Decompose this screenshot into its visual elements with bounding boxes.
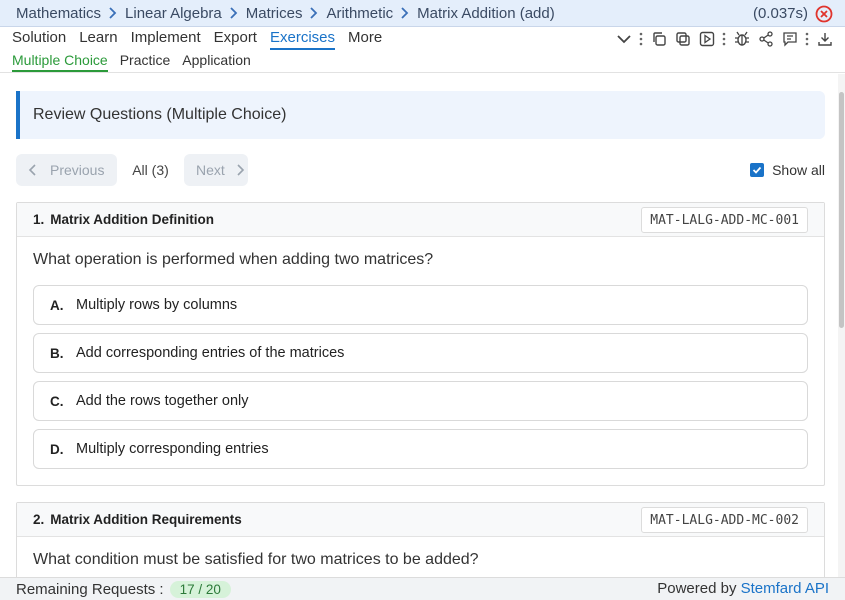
chevron-right-icon [237, 164, 244, 176]
scrollbar-thumb[interactable] [839, 92, 844, 328]
breadcrumb-item-arithmetic[interactable]: Arithmetic [326, 5, 393, 22]
subtab-multiple-choice[interactable]: Multiple Choice [12, 50, 108, 72]
tab-solution[interactable]: Solution [12, 27, 66, 50]
duplicate-icon[interactable] [673, 29, 693, 49]
chevron-right-icon [393, 6, 417, 20]
chevron-right-icon [222, 6, 246, 20]
close-icon[interactable] [815, 5, 833, 23]
tab-exercises[interactable]: Exercises [269, 27, 336, 50]
breadcrumb-item-matrix-addition: Matrix Addition (add) [417, 4, 555, 22]
sub-tabbar: Multiple Choice Practice Application [0, 50, 845, 73]
scrollbar[interactable] [838, 74, 845, 577]
question-number: 1. [33, 212, 45, 227]
tab-implement[interactable]: Implement [131, 27, 201, 50]
chevron-right-icon [101, 6, 125, 20]
question-code: MAT-LALG-ADD-MC-001 [641, 207, 808, 233]
option-letter: C. [50, 393, 64, 409]
option-letter: B. [50, 345, 64, 361]
chevron-down-icon[interactable] [614, 29, 634, 49]
option-text: Add corresponding entries of the matrice… [76, 345, 345, 361]
show-all-checkbox[interactable] [750, 163, 765, 177]
previous-button[interactable]: Previous [16, 154, 117, 186]
stemfard-api-link[interactable]: Stemfard API [741, 580, 829, 597]
breadcrumb: Mathematics Linear Algebra Matrices Arit… [0, 0, 845, 27]
previous-label: Previous [50, 162, 105, 178]
question-text: What operation is performed when adding … [33, 251, 434, 268]
question-text: What condition must be satisfied for two… [33, 551, 479, 568]
question-number: 2. [33, 512, 45, 527]
more-vertical-icon[interactable] [637, 29, 645, 49]
option-letter: A. [50, 297, 64, 313]
option-d[interactable]: D. Multiply corresponding entries [33, 429, 808, 469]
breadcrumb-item-linear-algebra[interactable]: Linear Algebra [125, 5, 222, 22]
option-text: Multiply rows by columns [76, 297, 238, 313]
subtab-practice[interactable]: Practice [120, 50, 171, 72]
footer: Remaining Requests : 17 / 20 Powered by … [0, 577, 845, 600]
option-a[interactable]: A. Multiply rows by columns [33, 285, 808, 325]
next-button[interactable]: Next [184, 154, 248, 186]
option-letter: D. [50, 441, 64, 457]
tab-more[interactable]: More [348, 27, 382, 50]
option-text: Multiply corresponding entries [76, 441, 269, 457]
show-all-toggle[interactable]: Show all [750, 162, 825, 178]
question-card: 1. Matrix Addition Definition MAT-LALG-A… [16, 202, 825, 486]
breadcrumb-item-matrices[interactable]: Matrices [246, 5, 303, 22]
option-c[interactable]: C. Add the rows together only [33, 381, 808, 421]
chevron-right-icon [302, 6, 326, 20]
play-icon[interactable] [697, 29, 717, 49]
more-vertical-icon[interactable] [720, 29, 728, 49]
show-all-label: Show all [772, 162, 825, 178]
subtab-application[interactable]: Application [182, 50, 251, 72]
question-title: Matrix Addition Definition [50, 212, 214, 227]
question-header: 1. Matrix Addition Definition MAT-LALG-A… [17, 203, 824, 237]
option-text: Add the rows together only [76, 393, 249, 409]
tab-export[interactable]: Export [214, 27, 257, 50]
next-label: Next [196, 162, 225, 178]
main-content: Review Questions (Multiple Choice) Previ… [0, 74, 838, 577]
chevron-left-icon [28, 164, 36, 176]
download-icon[interactable] [815, 29, 835, 49]
bug-icon[interactable] [732, 29, 752, 49]
breadcrumb-item-mathematics[interactable]: Mathematics [16, 5, 101, 22]
tab-learn[interactable]: Learn [79, 27, 117, 50]
share-icon[interactable] [756, 29, 776, 49]
question-card: 2. Matrix Addition Requirements MAT-LALG… [16, 502, 825, 577]
question-code: MAT-LALG-ADD-MC-002 [641, 507, 808, 533]
remaining-requests-label: Remaining Requests : [16, 580, 164, 598]
option-b[interactable]: B. Add corresponding entries of the matr… [33, 333, 808, 373]
timing-label: (0.037s) [752, 5, 808, 22]
copy-icon[interactable] [649, 29, 669, 49]
pager-count: All (3) [132, 162, 169, 178]
remaining-requests-badge: 17 / 20 [169, 580, 231, 598]
toolbar [610, 29, 835, 49]
powered-by: Powered by Stemfard API [657, 580, 829, 597]
review-header: Review Questions (Multiple Choice) [16, 91, 825, 139]
pager: Previous All (3) Next [16, 154, 248, 186]
question-header: 2. Matrix Addition Requirements MAT-LALG… [17, 503, 824, 537]
question-title: Matrix Addition Requirements [50, 512, 242, 527]
more-vertical-icon[interactable] [803, 29, 811, 49]
comment-icon[interactable] [780, 29, 800, 49]
powered-by-label: Powered by [657, 580, 737, 597]
